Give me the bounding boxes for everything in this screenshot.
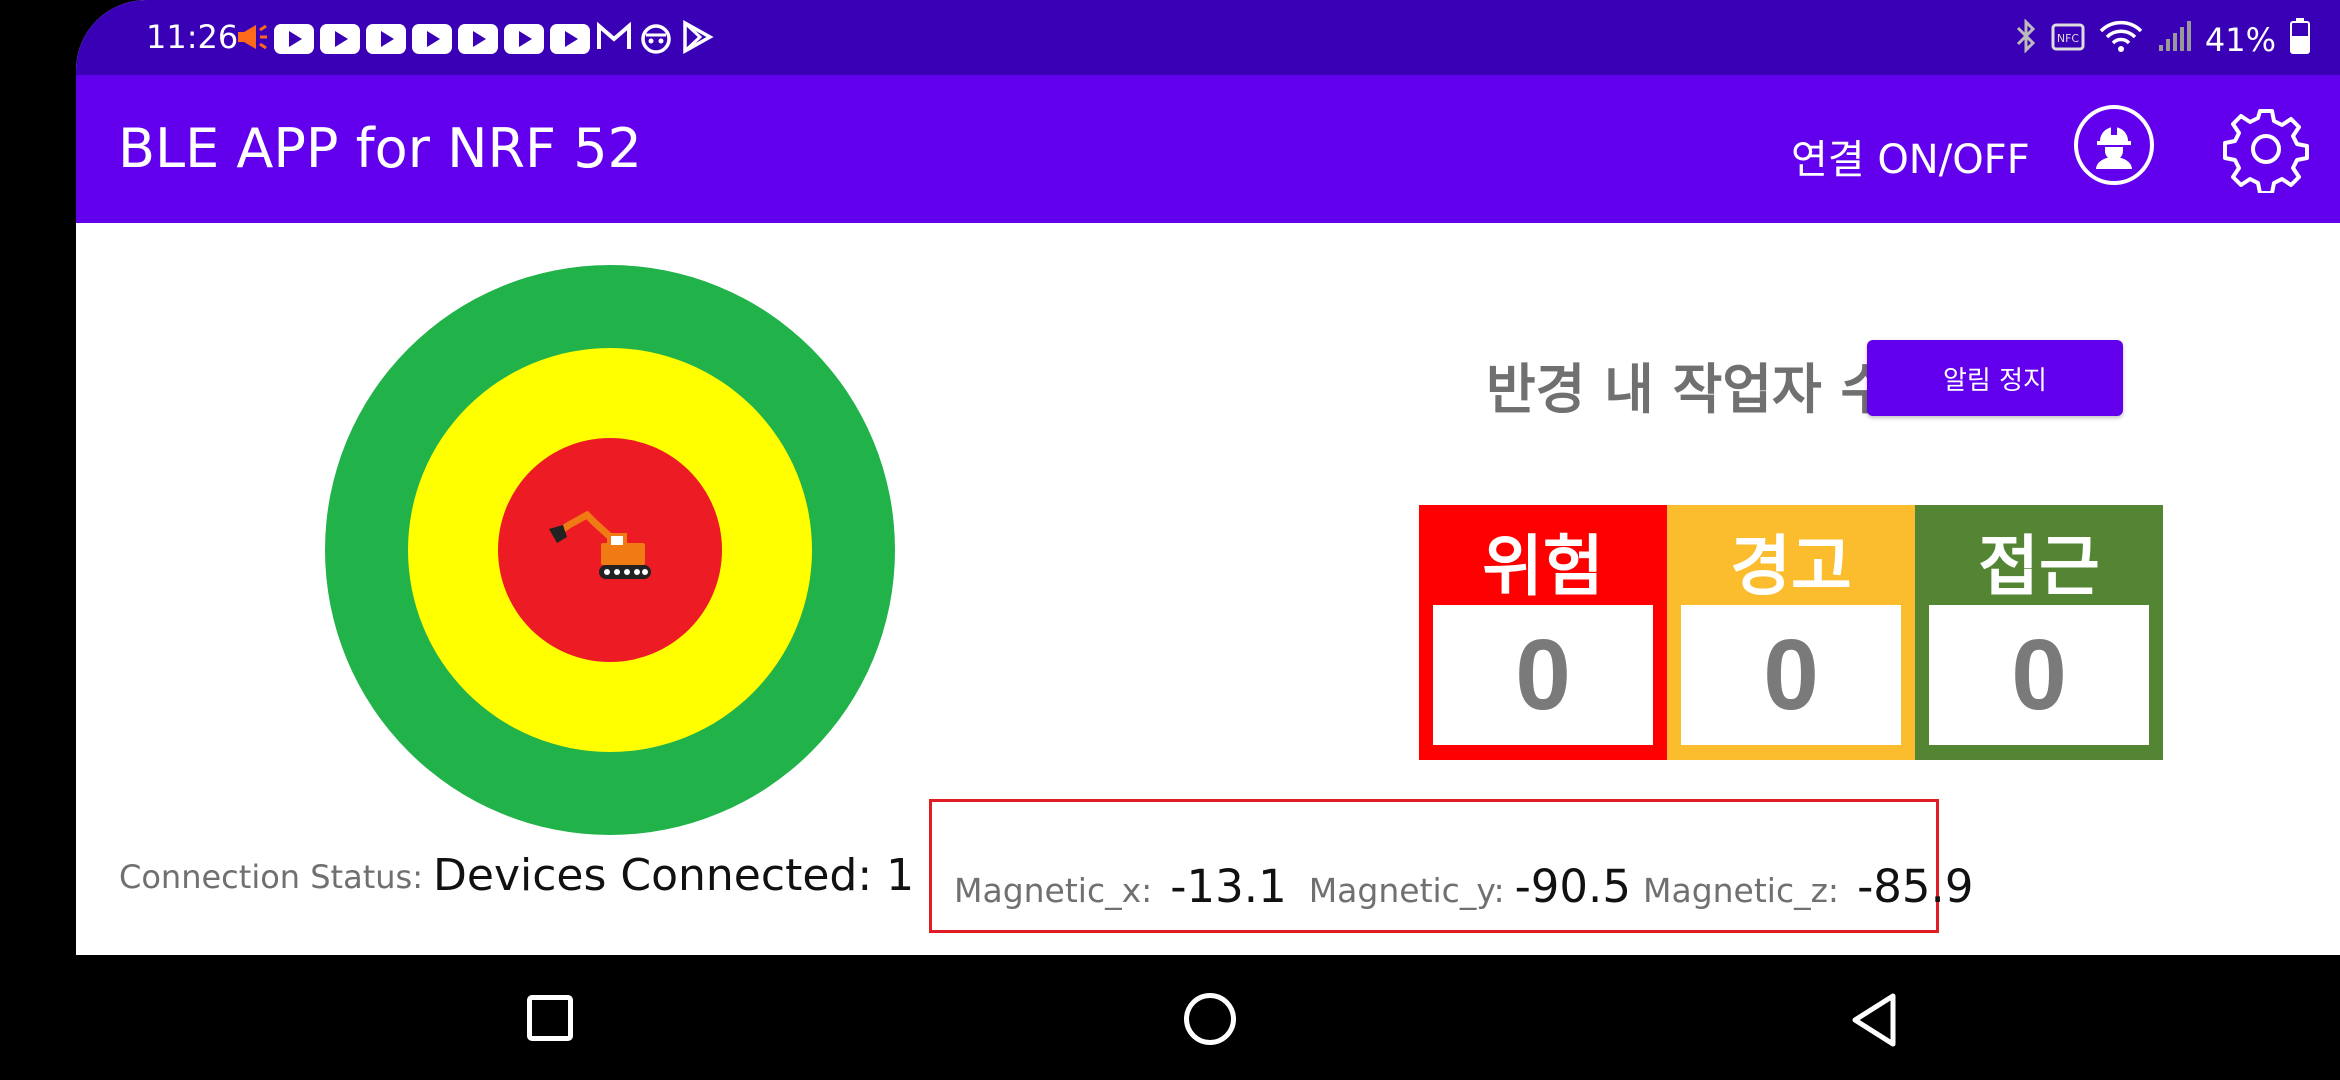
proximity-radar bbox=[325, 265, 895, 835]
notification-icons bbox=[236, 20, 714, 58]
counter-danger-value: 0 bbox=[1515, 618, 1571, 731]
settings-button[interactable] bbox=[2222, 105, 2310, 195]
battery-icon bbox=[2290, 18, 2310, 62]
signal-icon bbox=[2157, 19, 2191, 61]
app-bar: BLE APP for NRF 52 연결 ON/OFF bbox=[76, 75, 2340, 223]
recent-apps-button[interactable] bbox=[527, 995, 573, 1041]
magnetic-row: Magnetic_x: -13.1 Magnetic_y: -90.5 Magn… bbox=[954, 860, 1996, 913]
magnetic-z-value: -85.9 bbox=[1857, 860, 1974, 913]
youtube-icon bbox=[320, 24, 360, 54]
youtube-icon bbox=[550, 24, 590, 54]
magnetic-z-label: Magnetic_z: bbox=[1643, 871, 1840, 910]
navigation-bar bbox=[0, 955, 2340, 1080]
wifi-icon bbox=[2099, 19, 2143, 61]
youtube-icon bbox=[504, 24, 544, 54]
magnetic-readout: Magnetic_x: -13.1 Magnetic_y: -90.5 Magn… bbox=[929, 799, 1974, 933]
counter-warning-label: 경고 bbox=[1730, 528, 1852, 605]
bluetooth-icon bbox=[2015, 18, 2037, 61]
counter-approach-value: 0 bbox=[2011, 618, 2067, 731]
worker-counters: 위험 0 경고 0 접근 0 bbox=[1419, 505, 2163, 760]
magnetic-x-value: -13.1 bbox=[1170, 860, 1287, 913]
worker-button[interactable] bbox=[2074, 105, 2154, 185]
alarm-stop-button[interactable]: 알림 정지 bbox=[1867, 340, 2123, 416]
battery-percent: 41% bbox=[2204, 21, 2276, 59]
youtube-icon bbox=[274, 24, 314, 54]
youtube-icon bbox=[366, 24, 406, 54]
status-time: 11:26 bbox=[146, 18, 239, 56]
counter-approach-label: 접근 bbox=[1978, 528, 2100, 605]
youtube-icon bbox=[412, 24, 452, 54]
workers-in-radius-title: 반경 내 작업자 수 bbox=[1486, 358, 1891, 421]
counter-danger-box: 0 bbox=[1433, 605, 1653, 745]
counter-approach-box: 0 bbox=[1929, 605, 2149, 745]
system-status: NFC 41% bbox=[2015, 18, 2310, 62]
connection-status-value: Devices Connected: 1 bbox=[433, 850, 915, 901]
connection-status-label: Connection Status: bbox=[119, 858, 423, 896]
android-auto-icon bbox=[638, 20, 674, 58]
counter-approach: 접근 0 bbox=[1915, 505, 2163, 760]
counter-warning: 경고 0 bbox=[1667, 505, 1915, 760]
back-icon bbox=[1845, 993, 1905, 1054]
counter-warning-value: 0 bbox=[1763, 618, 1819, 731]
counter-danger-label: 위험 bbox=[1482, 528, 1604, 605]
youtube-icon bbox=[458, 24, 498, 54]
counter-warning-box: 0 bbox=[1681, 605, 1901, 745]
magnetic-y-label: Magnetic_y: bbox=[1308, 871, 1505, 910]
app-screen: 11:26 NFC 41% BLE APP for NRF 52 연결 ON/O… bbox=[76, 0, 2340, 955]
status-bar: 11:26 NFC 41% bbox=[76, 0, 2340, 75]
counter-danger: 위험 0 bbox=[1419, 505, 1667, 760]
back-button[interactable] bbox=[1845, 990, 1905, 1050]
magnetic-y-value: -90.5 bbox=[1514, 860, 1631, 913]
megaphone-icon bbox=[236, 22, 268, 56]
svg-text:NFC: NFC bbox=[2057, 32, 2080, 45]
gmail-icon bbox=[596, 21, 632, 56]
connection-toggle-button[interactable]: 연결 ON/OFF bbox=[1791, 127, 2030, 185]
app-title: BLE APP for NRF 52 bbox=[118, 117, 642, 180]
gear-icon bbox=[2222, 109, 2310, 197]
play-store-icon bbox=[680, 20, 714, 58]
magnetic-x-label: Magnetic_x: bbox=[954, 871, 1153, 910]
nfc-icon: NFC bbox=[2051, 21, 2085, 59]
home-button[interactable] bbox=[1184, 993, 1236, 1045]
